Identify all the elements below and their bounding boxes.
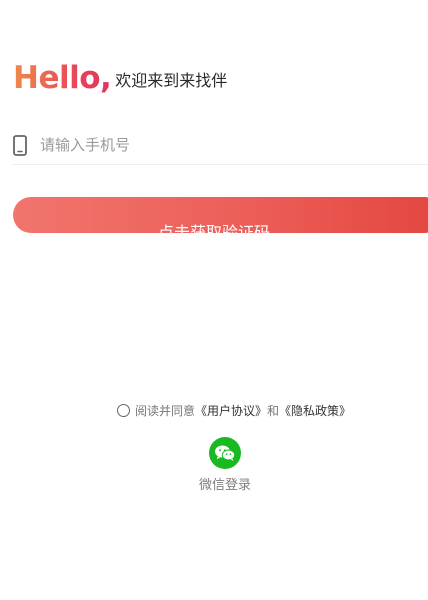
phone-input-row xyxy=(13,126,428,165)
privacy-policy-link[interactable]: 《隐私政策》 xyxy=(279,402,351,419)
phone-number-input[interactable] xyxy=(40,136,370,154)
user-agreement-link[interactable]: 《用户协议》 xyxy=(195,402,267,419)
greeting-header: Hello, 欢迎来到来找伴 xyxy=(13,54,227,94)
wechat-login-label: 微信登录 xyxy=(198,478,251,493)
phone-icon xyxy=(13,134,27,156)
welcome-subtitle: 欢迎来到来找伴 xyxy=(115,71,228,90)
get-verification-code-button[interactable]: 点击获取验证码 xyxy=(13,197,428,242)
wechat-login-button[interactable]: 微信登录 xyxy=(195,437,255,493)
agreement-conjunction: 和 xyxy=(267,403,280,418)
radio-unchecked-icon[interactable] xyxy=(117,403,130,417)
get-verification-code-label: 点击获取验证码 xyxy=(157,223,270,242)
hello-title: Hello, xyxy=(13,60,112,96)
wechat-icon[interactable] xyxy=(209,437,241,469)
agreement-prefix: 阅读并同意 xyxy=(135,403,196,418)
agreement-row: 阅读并同意 《用户协议》 和 《隐私政策》 xyxy=(117,401,351,419)
